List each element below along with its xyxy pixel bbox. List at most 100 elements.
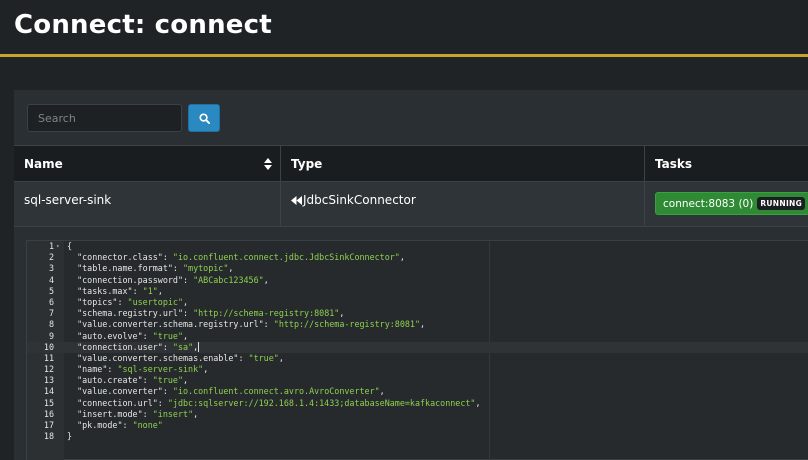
connectors-panel: Name Type Tasks sql-server-sink [14,90,808,460]
line-number: 1 [48,241,54,251]
code-text: "pk.mode": "none" [67,420,163,430]
search-input[interactable] [27,104,182,132]
editor-line[interactable]: 10 "connection.user": "sa", [27,341,808,353]
code-text: "value.converter": "io.confluent.connect… [67,386,385,397]
line-number: 2 [48,252,54,263]
code-area[interactable]: 1 ▾ {2 "connector.class": "io.confluent.co… [27,241,808,442]
code-text: "connection.user": "sa", [67,341,200,352]
editor-line[interactable]: 13 "auto.create": "true", [27,375,808,386]
column-header-name[interactable]: Name [14,146,281,182]
json-value: sa [177,341,189,352]
editor-line[interactable]: 15 "connection.url": "jdbc:sqlserver://1… [27,398,808,409]
code-text: "value.converter.schemas.enable": "true"… [67,352,284,363]
header-bar: Connect: connect [0,0,808,57]
line-number: 4 [48,274,54,285]
line-number: 12 [43,364,54,375]
line-number: 16 [43,408,54,419]
line-number: 6 [48,296,54,307]
editor-line[interactable]: 4 "connection.password": "ABCabc123456", [27,275,808,286]
code-text: "value.converter.schema.registry.url": "… [67,319,426,330]
json-key: value.converter [82,386,158,397]
line-number: 13 [43,375,54,386]
editor-line[interactable]: 12 "name": "sql-server-sink", [27,364,808,375]
table-row[interactable]: sql-server-sink JdbcSinkConnector connec… [14,182,808,227]
json-key: tasks.max [82,285,128,296]
code-text: "connection.url": "jdbc:sqlserver://192.… [67,397,481,408]
json-value: io.confluent.connect.avro.AvroConverter [177,386,375,397]
json-value: ABCabc123456 [198,274,259,285]
json-value: jdbc:sqlserver://192.168.1.4:1433;databa… [172,397,471,408]
editor-line[interactable]: 6 "topics": "usertopic", [27,297,808,308]
sort-icon[interactable] [264,158,272,170]
code-text: "connector.class": "io.confluent.connect… [67,252,405,263]
line-number: 10 [43,341,54,352]
backward-icon [291,196,302,205]
config-editor[interactable]: 1 ▾ {2 "connector.class": "io.confluent.co… [26,240,808,460]
json-key: table.name.format [82,263,168,274]
line-number: 14 [43,386,54,397]
connector-name[interactable]: sql-server-sink [14,182,281,227]
json-key: auto.create [82,375,138,386]
code-text: "auto.evolve": "true", [67,330,189,341]
code-text: { [67,241,73,251]
json-value: http://schema-registry:8081 [198,308,335,319]
json-key: value.converter.schemas.enable [82,352,234,363]
line-number: 17 [43,420,54,430]
editor-line[interactable]: 18} [27,431,808,442]
connector-type: JdbcSinkConnector [281,182,645,227]
json-value: true [157,330,178,341]
json-value: sql-server-sink [122,364,199,375]
fold-icon[interactable]: ▾ [56,241,60,252]
editor-line[interactable]: 3 "table.name.format": "mytopic", [27,263,808,274]
editor-line[interactable]: 9 "auto.evolve": "true", [27,331,808,342]
line-number: 8 [48,319,54,330]
editor-line[interactable]: 11 "value.converter.schemas.enable": "tr… [27,353,808,364]
task-button[interactable]: connect:8083 (0) RUNNING [655,192,808,215]
code-text: "insert.mode": "insert", [67,408,199,419]
editor-line[interactable]: 8 "value.converter.schema.registry.url":… [27,319,808,330]
code-text: } [67,431,73,442]
search-button[interactable] [188,104,220,132]
editor-line[interactable]: 5 "tasks.max": "1", [27,286,808,297]
code-text: "schema.registry.url": "http://schema-re… [67,308,345,319]
table-header: Name Type Tasks [14,145,808,182]
json-key: pk.mode [82,420,118,430]
column-header-tasks: Tasks [655,157,693,171]
json-value: mytopic [188,263,224,274]
editor-line[interactable]: 16 "insert.mode": "insert", [27,409,808,420]
search-icon [198,112,210,124]
line-number: 18 [43,431,54,442]
line-number: 15 [43,397,54,408]
json-key: connection.password [82,274,178,285]
json-value: http://schema-registry:8081 [278,319,415,330]
json-key: topics [82,296,113,307]
line-number: 7 [48,308,54,319]
line-number: 9 [48,330,54,341]
page-title: Connect: connect [14,10,272,40]
code-text: "table.name.format": "mytopic", [67,263,234,274]
code-text: "connection.password": "ABCabc123456", [67,274,269,285]
line-number: 5 [48,285,54,296]
json-key: insert.mode [82,408,138,419]
line-number: 11 [43,352,54,363]
editor-line[interactable]: 2 "connector.class": "io.confluent.conne… [27,252,808,263]
editor-line[interactable]: 17 "pk.mode": "none" [27,420,808,431]
json-value: true [253,352,274,363]
editor-line[interactable]: 1 ▾ { [27,241,808,252]
json-value: usertopic [132,296,178,307]
json-key: schema.registry.url [82,308,178,319]
json-value: none [137,420,158,430]
code-text: "auto.create": "true", [67,375,189,386]
json-value: insert [157,408,189,419]
json-key: connection.url [82,397,153,408]
json-key: name [82,364,103,375]
line-number: 3 [48,263,54,274]
json-key: value.converter.schema.registry.url [82,319,259,330]
status-badge: RUNNING [757,197,806,210]
json-key: auto.evolve [82,330,138,341]
json-key: connector.class [82,252,158,263]
editor-line[interactable]: 7 "schema.registry.url": "http://schema-… [27,308,808,319]
code-text: "name": "sql-server-sink", [67,364,209,375]
editor-line[interactable]: 14 "value.converter": "io.confluent.conn… [27,386,808,397]
code-text: "topics": "usertopic", [67,296,189,307]
